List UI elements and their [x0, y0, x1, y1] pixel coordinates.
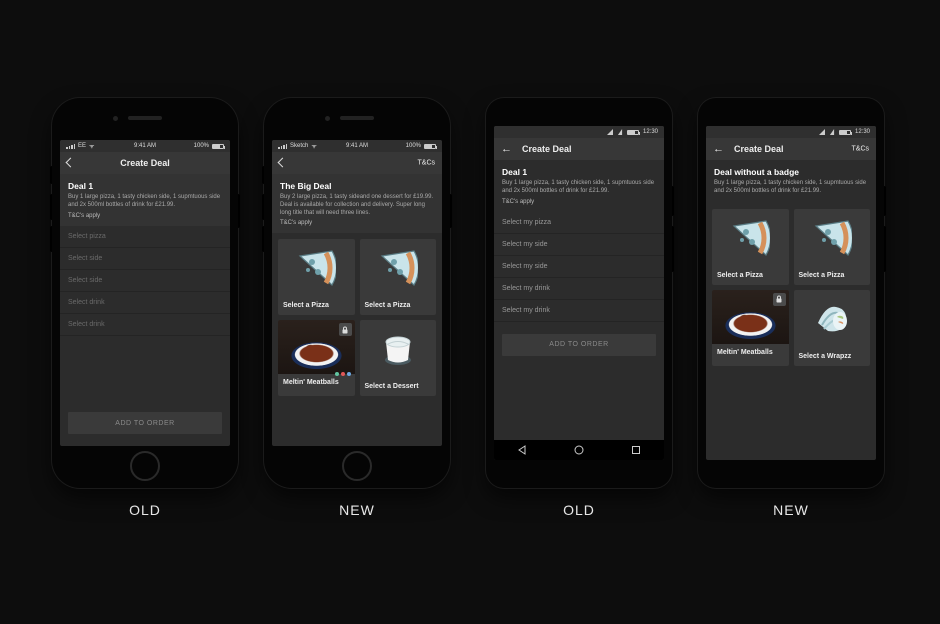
- deal-description: Buy 1 large pizza, 1 tasty chicken side,…: [68, 194, 222, 210]
- nav-title: Create Deal: [734, 144, 784, 154]
- select-row[interactable]: Select drink: [60, 292, 230, 314]
- back-button[interactable]: [279, 158, 286, 168]
- deal-header: Deal 1 Buy 1 large pizza, 1 tasty chicke…: [60, 174, 230, 226]
- deal-card-pizza[interactable]: Select a Pizza: [712, 209, 789, 285]
- deal-title: The Big Deal: [280, 181, 434, 191]
- deal-card-dessert[interactable]: Select a Dessert: [360, 320, 437, 396]
- nav-recent-icon[interactable]: [630, 444, 642, 456]
- caption-old: OLD: [486, 502, 672, 518]
- lock-icon: [773, 293, 786, 306]
- status-bar: Sketch ᯤ 9:41 AM 100%: [272, 140, 442, 152]
- add-to-order-button[interactable]: ADD TO ORDER: [502, 334, 656, 356]
- status-bar: EE ᯤ 9:41 AM 100%: [60, 140, 230, 152]
- select-row[interactable]: Select my pizza: [494, 212, 664, 234]
- tcs-text: T&C's apply: [68, 213, 222, 219]
- wrap-icon: [812, 299, 852, 339]
- back-button[interactable]: [67, 158, 74, 168]
- back-button[interactable]: [713, 143, 724, 155]
- back-button[interactable]: [501, 143, 512, 155]
- caption-new: NEW: [698, 502, 884, 518]
- pizza-icon: [378, 248, 418, 288]
- deal-card-pizza[interactable]: Select a Pizza: [278, 239, 355, 315]
- select-row[interactable]: Select my side: [494, 256, 664, 278]
- select-row[interactable]: Select side: [60, 248, 230, 270]
- phone-iphone-old: EE ᯤ 9:41 AM 100% Create Deal Deal 1 Buy…: [52, 98, 238, 488]
- app-navbar: Create Deal: [60, 152, 230, 174]
- status-bar: 12:30: [494, 126, 664, 138]
- tcs-link[interactable]: T&Cs: [418, 160, 436, 167]
- phone-android-old: 12:30 Create Deal Deal 1 Buy 1 large piz…: [486, 98, 672, 488]
- deal-description: Buy 2 large pizza, 1 tasty sideand one d…: [280, 194, 434, 217]
- nav-back-icon[interactable]: [516, 444, 528, 456]
- deal-header: Deal 1 Buy 1 large pizza, 1 tasty chicke…: [494, 160, 664, 212]
- nav-title: Create Deal: [120, 158, 170, 168]
- deal-description: Buy 1 large pizza, 1 tasty chicken side,…: [714, 180, 868, 196]
- nav-home-icon[interactable]: [573, 444, 585, 456]
- caption-old: OLD: [52, 502, 238, 518]
- signal-icon: [819, 129, 825, 135]
- app-navbar: Create Deal T&Cs: [706, 138, 876, 160]
- deal-title: Deal without a badge: [714, 167, 868, 177]
- phone-iphone-new: Sketch ᯤ 9:41 AM 100% T&Cs The Big Deal …: [264, 98, 450, 488]
- tcs-text: T&C's apply: [280, 220, 434, 226]
- deal-card-pizza[interactable]: Select a Pizza: [360, 239, 437, 315]
- deal-description: Buy 1 large pizza, 1 tasty chicken side,…: [502, 180, 656, 196]
- tcs-link[interactable]: T&Cs: [852, 146, 870, 153]
- select-row[interactable]: Select pizza: [60, 226, 230, 248]
- deal-card-meatballs[interactable]: Meltin' Meatballs: [278, 320, 355, 396]
- deal-header: The Big Deal Buy 2 large pizza, 1 tasty …: [272, 174, 442, 233]
- pizza-icon: [296, 248, 336, 288]
- select-row[interactable]: Select my side: [494, 234, 664, 256]
- option-dots: [335, 372, 351, 376]
- select-row[interactable]: Select side: [60, 270, 230, 292]
- caption-new: NEW: [264, 502, 450, 518]
- deal-title: Deal 1: [68, 181, 222, 191]
- app-navbar: Create Deal: [494, 138, 664, 160]
- nav-title: Create Deal: [522, 144, 572, 154]
- select-row[interactable]: Select my drink: [494, 300, 664, 322]
- deal-card-wrap[interactable]: Select a Wrapzz: [794, 290, 871, 366]
- app-navbar: T&Cs: [272, 152, 442, 174]
- deal-title: Deal 1: [502, 167, 656, 177]
- deal-header: Deal without a badge Buy 1 large pizza, …: [706, 160, 876, 203]
- pizza-icon: [812, 218, 852, 258]
- deal-card-pizza[interactable]: Select a Pizza: [794, 209, 871, 285]
- lock-icon: [339, 323, 352, 336]
- android-system-nav: [494, 440, 664, 460]
- signal-icon: [607, 129, 613, 135]
- select-row[interactable]: Select my drink: [494, 278, 664, 300]
- status-bar: 12:30: [706, 126, 876, 138]
- pizza-icon: [730, 218, 770, 258]
- dessert-pot-icon: [381, 332, 415, 366]
- phone-android-new: 12:30 Create Deal T&Cs Deal without a ba…: [698, 98, 884, 488]
- add-to-order-button[interactable]: ADD TO ORDER: [68, 412, 222, 434]
- tcs-text: T&C's apply: [502, 199, 656, 205]
- deal-card-meatballs[interactable]: Meltin' Meatballs: [712, 290, 789, 366]
- select-row[interactable]: Select drink: [60, 314, 230, 336]
